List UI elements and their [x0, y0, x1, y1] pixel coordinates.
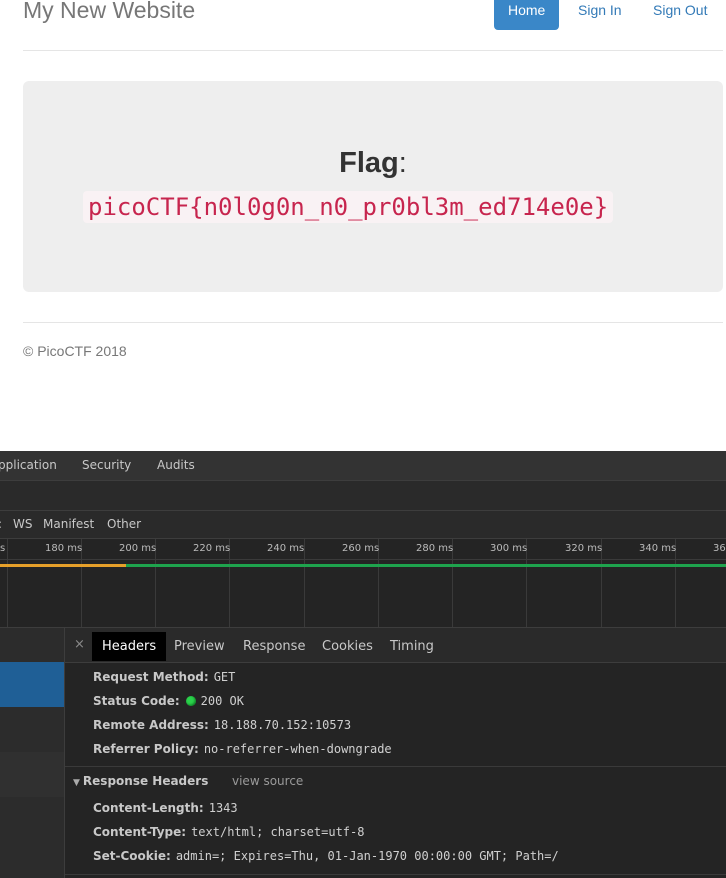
- remote-address-value: 18.188.70.152:10573: [213, 718, 352, 732]
- request-list: [0, 628, 65, 878]
- network-toolbar: [0, 481, 726, 511]
- header-divider: [23, 50, 723, 51]
- request-row[interactable]: [0, 797, 64, 842]
- network-overview-timeline[interactable]: s 180 ms 200 ms 220 ms 240 ms 260 ms 280…: [0, 539, 726, 628]
- nav-home-button[interactable]: Home: [494, 0, 560, 30]
- request-row[interactable]: [0, 752, 64, 797]
- tab-cookies[interactable]: Cookies: [312, 632, 383, 661]
- tick-label: 260 ms: [342, 543, 380, 554]
- tick-label: 340 ms: [639, 543, 677, 554]
- site-brand[interactable]: My New Website: [23, 0, 195, 24]
- content-type-key: Content-Type:: [93, 825, 187, 839]
- referrer-policy-row: Referrer Policy: no-referrer-when-downgra…: [93, 742, 392, 756]
- set-cookie-key: Set-Cookie:: [93, 849, 171, 863]
- request-method-row: Request Method: GET: [93, 670, 235, 684]
- status-code-value: 200 OK: [200, 694, 245, 708]
- content-type-value: text/html; charset=utf-8: [191, 825, 365, 839]
- tick-label: 200 ms: [119, 543, 157, 554]
- section-divider: [65, 874, 726, 875]
- request-method-key: Request Method:: [93, 670, 209, 684]
- tick-label: 300 ms: [490, 543, 528, 554]
- nav-sign-out-link[interactable]: Sign Out: [639, 0, 721, 30]
- content-length-value: 1343: [208, 801, 238, 815]
- close-icon[interactable]: ×: [74, 637, 85, 652]
- waterfall-waiting-bar: [0, 564, 126, 567]
- remote-address-key: Remote Address:: [93, 718, 209, 732]
- remote-address-row: Remote Address: 18.188.70.152:10573: [93, 718, 351, 732]
- tick-label: 280 ms: [416, 543, 454, 554]
- tab-security[interactable]: Security: [82, 458, 131, 472]
- flag-label: Flag: [339, 147, 399, 179]
- tick-line: [7, 539, 8, 627]
- status-ok-icon: [185, 696, 196, 706]
- tick-label: 320 ms: [565, 543, 603, 554]
- tab-timing[interactable]: Timing: [380, 632, 444, 661]
- website-viewport: My New Website Home Sign In Sign Out Fla…: [0, 0, 726, 451]
- tick-label: 180 ms: [45, 543, 83, 554]
- tab-preview[interactable]: Preview: [164, 632, 235, 661]
- tab-audits[interactable]: Audits: [157, 458, 195, 472]
- nav-sign-in-link[interactable]: Sign In: [564, 0, 636, 30]
- view-source-link[interactable]: view source: [232, 774, 303, 788]
- content-length-key: Content-Length:: [93, 801, 204, 815]
- filter-ws[interactable]: WS: [13, 517, 32, 531]
- tick-label: 220 ms: [193, 543, 231, 554]
- response-headers-toggle[interactable]: ▼ Response Headers: [73, 774, 208, 788]
- referrer-policy-value: no-referrer-when-downgrade: [203, 742, 392, 756]
- filter-partial[interactable]: :: [0, 517, 2, 531]
- filter-manifest[interactable]: Manifest: [43, 517, 94, 531]
- tick-label: 36: [713, 543, 726, 554]
- devtools-panel: pplication Security Audits : WS Manifest…: [0, 451, 726, 878]
- request-row[interactable]: [0, 707, 64, 752]
- section-divider: [65, 766, 726, 767]
- devtools-tab-bar: pplication Security Audits: [0, 451, 726, 481]
- tab-headers[interactable]: Headers: [92, 632, 167, 661]
- flag-value: picoCTF{n0l0g0n_n0_pr0bl3m_ed714e0e}: [83, 191, 614, 223]
- tab-application[interactable]: pplication: [0, 458, 57, 472]
- flag-jumbotron: Flag: picoCTF{n0l0g0n_n0_pr0bl3m_ed714e0…: [23, 81, 723, 292]
- request-method-value: GET: [213, 670, 236, 684]
- resource-type-filters: : WS Manifest Other: [0, 511, 726, 539]
- footer-divider: [23, 322, 723, 323]
- content-length-row: Content-Length: 1343: [93, 801, 238, 815]
- footer-copyright: © PicoCTF 2018: [23, 343, 127, 359]
- set-cookie-value: admin=; Expires=Thu, 01-Jan-1970 00:00:0…: [175, 849, 559, 863]
- status-code-row: Status Code: 200 OK: [93, 694, 244, 708]
- tab-response[interactable]: Response: [233, 632, 315, 661]
- referrer-policy-key: Referrer Policy:: [93, 742, 199, 756]
- filter-other[interactable]: Other: [107, 517, 141, 531]
- response-headers-title: Response Headers: [82, 774, 209, 788]
- status-code-key: Status Code:: [93, 694, 180, 708]
- triangle-down-icon: ▼: [73, 778, 80, 788]
- waterfall-download-bar: [126, 564, 726, 567]
- set-cookie-row: Set-Cookie: admin=; Expires=Thu, 01-Jan-1…: [93, 849, 559, 863]
- request-detail-pane: × Headers Preview Response Cookies Timin…: [65, 628, 726, 878]
- request-row-selected[interactable]: [0, 662, 64, 707]
- tick-label: s: [0, 543, 6, 554]
- tick-label: 240 ms: [267, 543, 305, 554]
- flag-heading: Flag:: [23, 147, 723, 180]
- content-type-row: Content-Type: text/html; charset=utf-8: [93, 825, 364, 839]
- detail-tab-bar: × Headers Preview Response Cookies Timin…: [65, 628, 726, 663]
- flag-colon: :: [398, 147, 407, 179]
